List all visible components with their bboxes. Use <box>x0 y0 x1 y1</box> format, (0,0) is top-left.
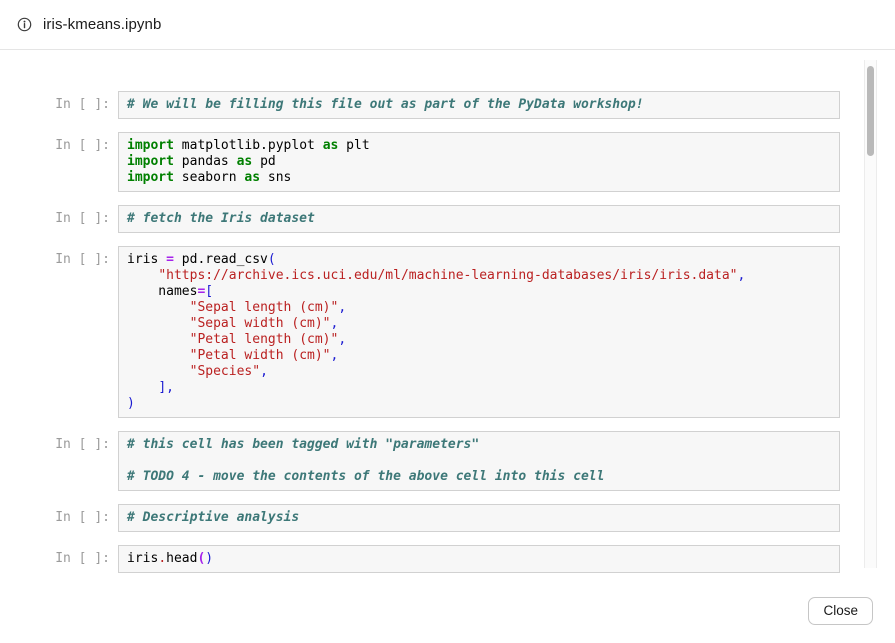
cell-code-box[interactable]: iris.head() <box>118 545 840 573</box>
scrollbar-thumb[interactable] <box>867 66 874 156</box>
modal-header: iris-kmeans.ipynb <box>0 0 895 50</box>
notebook-cells: In [ ]: # We will be filling this file ou… <box>0 50 895 573</box>
cell-prompt: In [ ]: <box>55 504 110 526</box>
cell-code-box[interactable]: # fetch the Iris dataset <box>118 205 840 233</box>
scrollbar-track[interactable] <box>864 60 877 568</box>
notebook-cell: In [ ]: # We will be filling this file ou… <box>55 91 840 119</box>
notebook-cell: In [ ]: # this cell has been tagged with … <box>55 431 840 491</box>
cell-prompt: In [ ]: <box>55 545 110 567</box>
cell-code-box[interactable]: # Descriptive analysis <box>118 504 840 532</box>
notebook-cell: In [ ]: iris.head() <box>55 545 840 573</box>
cell-prompt: In [ ]: <box>55 132 110 154</box>
cell-code-box[interactable]: # this cell has been tagged with "parame… <box>118 431 840 491</box>
cell-prompt: In [ ]: <box>55 431 110 453</box>
notebook-scroll-area[interactable]: In [ ]: # We will be filling this file ou… <box>0 50 895 580</box>
notebook-cell: In [ ]: # fetch the Iris dataset <box>55 205 840 233</box>
info-icon <box>17 17 32 32</box>
modal-title: iris-kmeans.ipynb <box>43 16 161 33</box>
close-button[interactable]: Close <box>808 597 873 625</box>
cell-code-box[interactable]: import matplotlib.pyplot as plt import p… <box>118 132 840 192</box>
cell-prompt: In [ ]: <box>55 205 110 227</box>
notebook-cell: In [ ]: # Descriptive analysis <box>55 504 840 532</box>
notebook-cell: In [ ]: iris = pd.read_csv( "https://arch… <box>55 246 840 418</box>
notebook-cell: In [ ]: import matplotlib.pyplot as plt i… <box>55 132 840 192</box>
notebook-preview-modal: iris-kmeans.ipynb In [ ]: # We will be fi… <box>0 0 895 643</box>
cell-code-box[interactable]: iris = pd.read_csv( "https://archive.ics… <box>118 246 840 418</box>
cell-code-box[interactable]: # We will be filling this file out as pa… <box>118 91 840 119</box>
cell-prompt: In [ ]: <box>55 91 110 113</box>
cell-prompt: In [ ]: <box>55 246 110 268</box>
modal-footer: Close <box>0 580 895 643</box>
